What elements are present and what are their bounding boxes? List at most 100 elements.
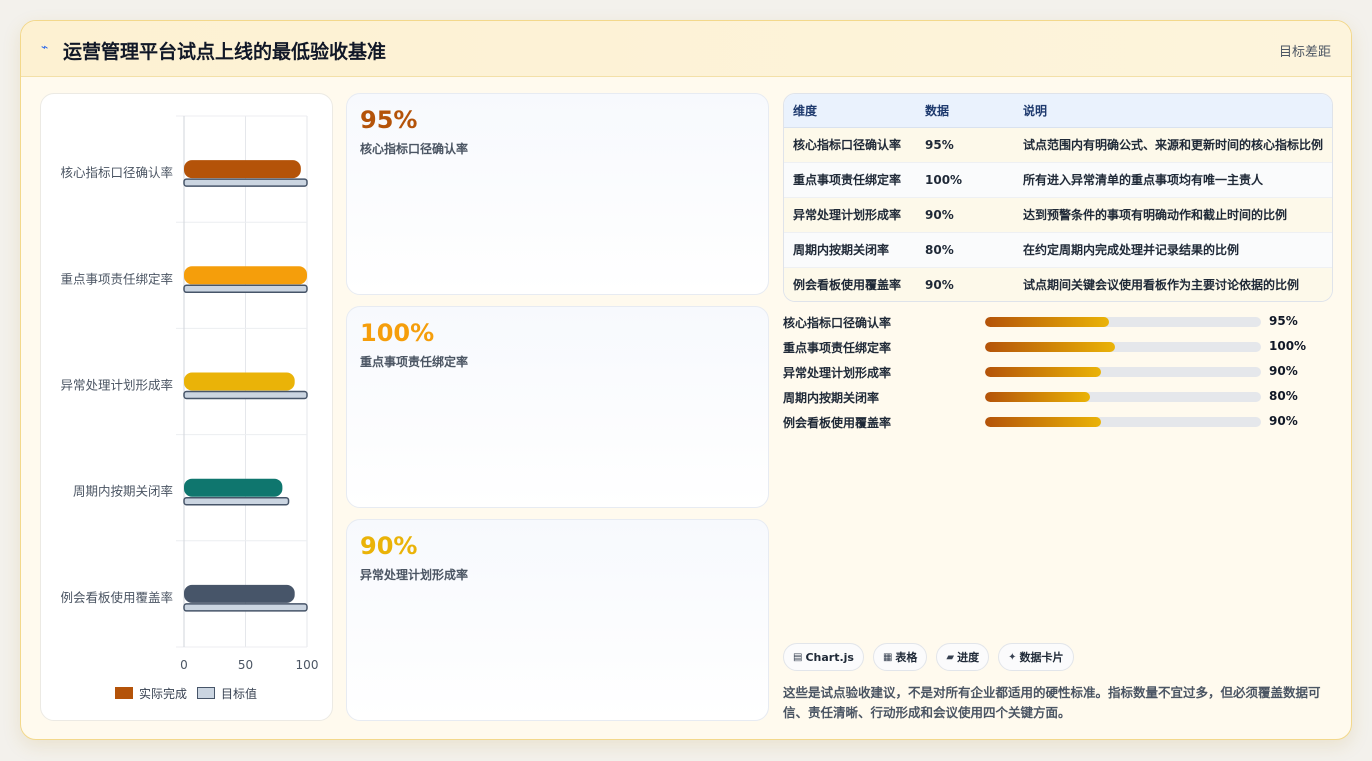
- progress-label: 周期内按期关闭率: [783, 391, 880, 405]
- progress-value: 100%: [1269, 339, 1307, 353]
- cell-data: 80%: [916, 232, 1014, 268]
- progress-track: [985, 317, 1261, 327]
- cell-description: 试点范围内有明确公式、来源和更新时间的核心指标比例: [1014, 127, 1332, 163]
- progress-value: 90%: [1269, 414, 1298, 428]
- progress-row: 重点事项责任绑定率 100%: [783, 336, 1333, 361]
- metric-card-1: 95% 核心指标口径确认率: [346, 93, 769, 295]
- metric-label: 异常处理计划形成率: [360, 568, 469, 582]
- x-tick-label: 50: [238, 658, 253, 672]
- criteria-table: 维度 数据 说明 核心指标口径确认率 95% 试点范围内有明确公式、来源和更新时…: [783, 93, 1333, 302]
- progress-label: 异常处理计划形成率: [783, 366, 892, 380]
- column-header-data: 数据: [916, 94, 1014, 128]
- legend-item-actual[interactable]: 实际完成: [115, 685, 187, 702]
- cell-description: 试点期间关键会议使用看板作为主要讨论依据的比例: [1014, 267, 1332, 301]
- cell-data: 90%: [916, 267, 1014, 301]
- category-label: 重点事项责任绑定率: [60, 271, 173, 286]
- cell-description: 在约定周期内完成处理并记录结果的比例: [1014, 232, 1332, 268]
- cell-data: 100%: [916, 162, 1014, 198]
- metric-value: 90%: [360, 532, 418, 560]
- progress-track: [985, 417, 1261, 427]
- category-label: 核心指标口径确认率: [60, 165, 173, 180]
- bar-target: [183, 496, 290, 506]
- chip-table[interactable]: ▦ 表格: [872, 643, 928, 671]
- progress-value: 95%: [1269, 314, 1298, 328]
- progress-track: [985, 392, 1261, 402]
- bar-chart-card: 0 50 100 核心指标口径确认率 重点事项责任绑定率 异常处理计划形成率周期内按期关闭…: [40, 93, 333, 721]
- table-icon: ▦: [882, 651, 893, 663]
- table-row: 核心指标口径确认率 95% 试点范围内有明确公式、来源和更新时间的核心指标比例: [784, 127, 1332, 163]
- cell-dimension: 周期内按期关闭率: [784, 232, 916, 268]
- progress-fill: [985, 417, 1101, 427]
- progress-label: 核心指标口径确认率: [783, 316, 892, 330]
- progress-fill: [985, 392, 1090, 402]
- progress-fill: [985, 367, 1101, 377]
- progress-track: [985, 342, 1261, 352]
- bar-actual: [184, 160, 301, 179]
- metric-card-3: 90% 异常处理计划形成率: [346, 519, 769, 721]
- bar-target: [183, 284, 308, 294]
- chip-label: 数据卡片: [1019, 651, 1064, 664]
- footnote: 这些是试点验收建议，不是对所有企业都适用的硬性标准。指标数量不宜过多，但必须覆盖…: [783, 685, 1321, 720]
- table-row: 异常处理计划形成率 90% 达到预警条件的事项有明确动作和截止时间的比例: [784, 197, 1332, 233]
- cell-dimension: 例会看板使用覆盖率: [784, 267, 916, 301]
- bar-actual: [184, 266, 307, 285]
- progress-row: 异常处理计划形成率 90%: [783, 361, 1333, 386]
- legend-swatch-actual: [115, 687, 133, 699]
- progress-row: 周期内按期关闭率 80%: [783, 386, 1333, 411]
- x-tick-label: 100: [296, 658, 319, 672]
- bar-actual: [184, 372, 295, 391]
- chip-chartjs[interactable]: ▤ Chart.js: [783, 643, 864, 671]
- table-row: 例会看板使用覆盖率 90% 试点期间关键会议使用看板作为主要讨论依据的比例: [784, 267, 1332, 301]
- bar-actual: [184, 584, 295, 603]
- chip-label: 进度: [957, 651, 980, 664]
- progress-label: 重点事项责任绑定率: [783, 341, 892, 355]
- table-row: 周期内按期关闭率 80% 在约定周期内完成处理并记录结果的比例: [784, 232, 1332, 268]
- chip-data-card[interactable]: ✦ 数据卡片: [998, 643, 1074, 671]
- progress-fill: [985, 342, 1115, 352]
- legend-item-target[interactable]: 目标值: [197, 685, 257, 702]
- column-header-description: 说明: [1014, 94, 1332, 128]
- category-label: 周期内按期关闭率: [73, 484, 173, 499]
- cell-dimension: 重点事项责任绑定率: [784, 162, 916, 198]
- progress-row: 核心指标口径确认率 95%: [783, 311, 1333, 336]
- progress-icon: ▰: [946, 651, 955, 663]
- progress-fill: [985, 317, 1110, 327]
- progress-label: 例会看板使用覆盖率: [783, 416, 892, 430]
- main-panel: ⌁ 运营管理平台试点上线的最低验收基准 目标差距 0 50 100 核心指标口径确认率…: [20, 20, 1352, 740]
- table-row: 重点事项责任绑定率 100% 所有进入异常清单的重点事项均有唯一主责人: [784, 162, 1332, 198]
- trend-icon: ⌁: [41, 40, 49, 54]
- x-tick-label: 0: [180, 658, 188, 672]
- metric-label: 核心指标口径确认率: [360, 142, 469, 156]
- bar-target: [183, 603, 308, 612]
- cell-dimension: 异常处理计划形成率: [784, 197, 916, 233]
- chip-label: 表格: [895, 651, 918, 664]
- bar-actual: [184, 478, 283, 497]
- legend-label-actual: 实际完成: [139, 686, 188, 701]
- chip-label: Chart.js: [805, 650, 854, 664]
- panel-header: ⌁ 运营管理平台试点上线的最低验收基准 目标差距: [21, 21, 1351, 77]
- metric-label: 重点事项责任绑定率: [360, 355, 469, 369]
- chart-legend: 实际完成 目标值: [115, 684, 267, 702]
- tech-chips: ▤ Chart.js ▦ 表格 ▰ 进度 ✦ 数据卡片: [783, 643, 1083, 671]
- metric-value: 95%: [360, 106, 418, 134]
- legend-label-target: 目标值: [221, 686, 258, 701]
- card-icon: ✦: [1008, 651, 1017, 663]
- page-title: 运营管理平台试点上线的最低验收基准: [63, 41, 387, 63]
- category-label: 异常处理计划形成率: [60, 378, 173, 393]
- bar-chart: 0 50 100 核心指标口径确认率重点事项责任绑定率异常处理计划形成率周期内按期关闭…: [60, 115, 319, 672]
- bar-target: [183, 178, 308, 187]
- chip-progress[interactable]: ▰ 进度: [936, 643, 990, 671]
- metric-value: 100%: [360, 319, 435, 347]
- target-gap-label: 目标差距: [1278, 45, 1331, 60]
- cell-dimension: 核心指标口径确认率: [784, 127, 916, 163]
- cell-data: 95%: [916, 127, 1014, 163]
- cell-data: 90%: [916, 197, 1014, 233]
- progress-list: 核心指标口径确认率 95% 重点事项责任绑定率 100% 异常处理计划形成率 9…: [783, 311, 1333, 436]
- progress-value: 80%: [1269, 389, 1298, 403]
- cell-description: 所有进入异常清单的重点事项均有唯一主责人: [1014, 162, 1332, 198]
- category-label: 例会看板使用覆盖率: [60, 590, 173, 605]
- metric-card-2: 100% 重点事项责任绑定率: [346, 306, 769, 508]
- table-header-row: 维度 数据 说明: [784, 94, 1332, 128]
- progress-row: 例会看板使用覆盖率 90%: [783, 411, 1333, 436]
- progress-value: 90%: [1269, 364, 1298, 378]
